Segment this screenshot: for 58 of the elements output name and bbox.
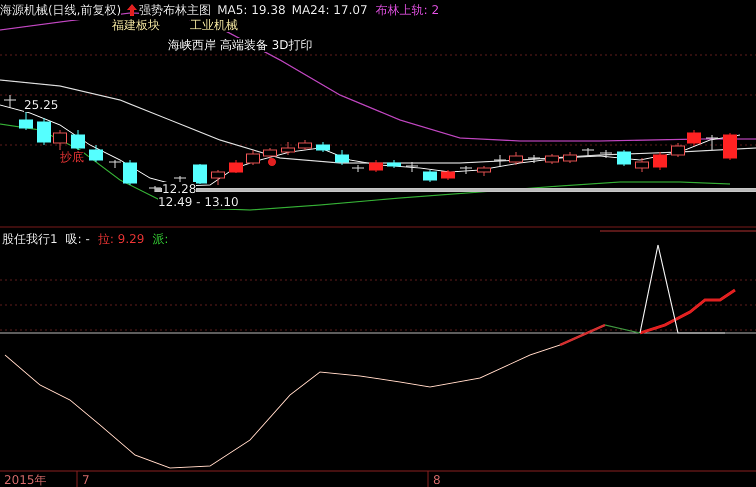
indicator-value: 派: bbox=[152, 232, 168, 246]
candlestick bbox=[89, 144, 103, 162]
candlestick bbox=[352, 164, 364, 172]
indicator-value: 拉: 9.29 bbox=[98, 232, 144, 246]
signal-label: 抄底 bbox=[60, 150, 84, 164]
candlestick bbox=[441, 170, 455, 180]
candlestick bbox=[246, 150, 260, 166]
candlestick bbox=[423, 170, 437, 182]
sector-tag: 福建板块 bbox=[112, 18, 160, 32]
indicator-value: 吸: - bbox=[66, 232, 90, 246]
signal-dot bbox=[268, 158, 276, 166]
axis-label: 8 bbox=[433, 473, 441, 487]
candlestick bbox=[706, 134, 718, 150]
candlestick bbox=[635, 158, 649, 172]
candlestick bbox=[37, 118, 51, 146]
candlestick bbox=[211, 170, 225, 186]
candlestick bbox=[600, 150, 612, 158]
candlestick bbox=[316, 142, 330, 152]
candlestick bbox=[298, 140, 312, 150]
arrow-up-icon bbox=[127, 4, 138, 16]
price-label: 25.25 bbox=[24, 98, 58, 112]
candlestick bbox=[671, 142, 685, 158]
candlestick bbox=[281, 142, 295, 156]
sector-tag: 海峡西岸 高端装备 3D打印 bbox=[168, 38, 313, 52]
candlestick bbox=[19, 112, 33, 130]
candlestick bbox=[477, 166, 491, 176]
sector-tag: 工业机械 bbox=[190, 18, 238, 32]
candlestick bbox=[509, 152, 523, 166]
indicator-falling-line bbox=[604, 324, 640, 334]
panel-title: 股任我行1 bbox=[2, 232, 58, 246]
axis-label: 7 bbox=[82, 473, 90, 487]
candlestick bbox=[494, 154, 506, 168]
candlestick bbox=[406, 162, 418, 172]
candlestick bbox=[263, 148, 277, 160]
candlestick bbox=[108, 160, 122, 168]
candlestick bbox=[687, 130, 701, 146]
candlestick bbox=[387, 160, 401, 168]
candlestick bbox=[582, 148, 594, 156]
candlestick bbox=[4, 94, 16, 108]
candlestick bbox=[174, 176, 186, 182]
candlestick bbox=[53, 130, 67, 150]
candlestick bbox=[229, 160, 243, 174]
candlestick bbox=[123, 160, 137, 186]
candlestick bbox=[653, 152, 667, 170]
candlestick bbox=[335, 150, 349, 166]
indicator-rising-line bbox=[560, 324, 606, 346]
candlestick bbox=[193, 164, 207, 184]
candlestick bbox=[369, 160, 383, 172]
candlestick bbox=[71, 130, 85, 150]
candlestick bbox=[528, 154, 540, 164]
axis-label: 2015年 bbox=[4, 473, 47, 487]
candlestick bbox=[460, 166, 472, 174]
candlestick bbox=[723, 132, 737, 160]
candlestick bbox=[563, 152, 577, 164]
candlestick bbox=[617, 150, 631, 166]
candlestick bbox=[545, 154, 559, 164]
price-label: 12.28 bbox=[162, 182, 196, 196]
price-label: 12.49 - 13.10 bbox=[158, 195, 239, 209]
